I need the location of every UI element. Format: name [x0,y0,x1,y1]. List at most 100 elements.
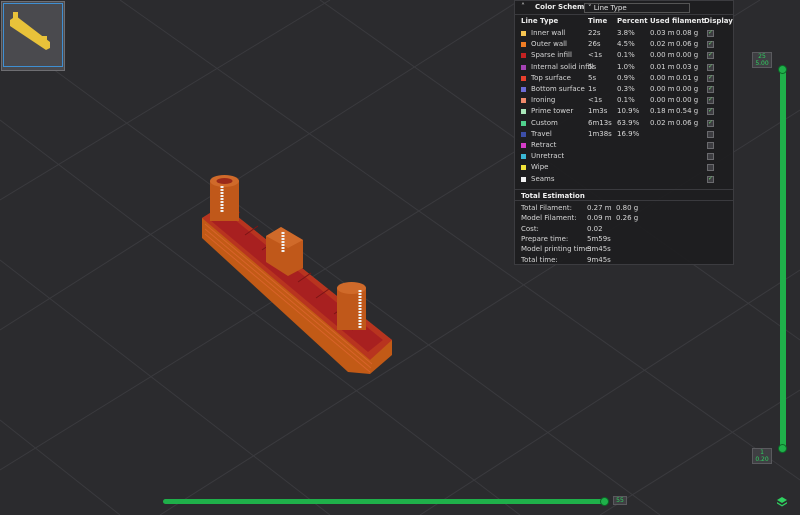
legend-row: Bottom surface 1s 0.3% 0.00 m 0.00 g [515,84,733,95]
line-type-percent: 16.9% [617,129,640,138]
line-type-name: Travel [531,129,552,138]
legend-row: Top surface 5s 0.9% 0.00 m 0.01 g [515,73,733,84]
line-type-length: 0.00 m [650,85,675,93]
legend-row: Retract [515,140,733,151]
color-swatch [521,42,526,48]
line-type-percent: 0.1% [617,96,635,105]
line-type-weight: 0.03 g [676,62,699,71]
line-type-time: 6m13s [588,118,612,127]
display-checkbox[interactable] [707,175,714,183]
display-checkbox[interactable] [707,130,714,138]
display-checkbox[interactable] [707,142,714,149]
legend-row: Seams [515,174,733,185]
estimation-label: Cost: [521,224,539,233]
line-type-name: Top surface [531,73,571,82]
color-swatch [521,87,526,92]
color-swatch [521,98,526,104]
legend-panel: ˄ Color Scheme ˅ Line Type Line Type Tim… [514,0,734,265]
line-type-percent: 10.9% [617,107,640,116]
chevron-up-icon[interactable]: ˄ [521,2,525,11]
line-type-time: 26s [588,40,601,49]
color-swatch [521,120,526,126]
color-swatch [521,31,526,36]
display-checkbox[interactable] [707,29,714,37]
layer-slider-top-handle[interactable] [778,65,787,74]
legend-row: Internal solid infill 5s 1.0% 0.01 m 0.03 g [515,62,733,73]
sliced-model [202,175,392,374]
layers-icon[interactable] [776,496,788,508]
display-checkbox[interactable] [707,74,714,82]
line-type-percent: 0.9% [617,73,635,82]
line-type-name: Ironing [531,96,556,105]
color-scheme-dropdown[interactable]: ˅ Line Type [584,3,690,13]
line-type-name: Inner wall [531,29,566,37]
layer-range-slider[interactable] [780,68,786,450]
move-slider[interactable] [163,499,608,504]
line-type-name: Unretract [531,152,565,161]
line-type-weight: 0.00 g [676,96,699,105]
display-checkbox[interactable] [707,164,714,172]
move-slider-handle[interactable] [600,497,609,506]
estimation-value: 0.27 m [587,204,612,212]
color-swatch [521,75,526,81]
line-type-name: Outer wall [531,40,568,49]
line-type-weight: 0.00 g [676,85,699,93]
legend-row: Custom 6m13s 63.9% 0.02 m 0.06 g [515,118,733,129]
line-type-length: 0.00 m [650,96,675,105]
color-swatch [521,64,526,70]
display-checkbox[interactable] [707,153,714,161]
line-type-length: 0.00 m [650,51,675,60]
line-type-name: Retract [531,141,557,149]
legend-row: Outer wall 26s 4.5% 0.02 m 0.06 g [515,39,733,50]
plate-thumbnail[interactable] [1,1,65,71]
color-scheme-selected: Line Type [593,4,627,12]
column-header-time: Time [588,17,608,25]
line-type-time: 5s [588,73,597,82]
display-checkbox[interactable] [707,96,714,105]
estimation-label: Total Filament: [521,204,572,212]
line-type-length: 0.03 m [650,29,675,37]
display-checkbox[interactable] [707,40,714,49]
color-swatch [521,176,526,182]
estimation-extra: 0.80 g [616,204,639,212]
top-layer-number: 25 [758,53,766,60]
estimation-value: 5m59s [587,234,611,243]
display-checkbox[interactable] [707,51,714,60]
line-type-weight: 0.54 g [676,107,699,116]
color-swatch [521,109,526,115]
line-type-weight: 0.08 g [676,29,699,37]
color-swatch [521,154,526,160]
display-checkbox[interactable] [707,107,714,116]
line-type-name: Bottom surface [531,85,585,93]
estimation-extra: 0.26 g [616,214,639,223]
legend-row: Prime tower 1m3s 10.9% 0.18 m 0.54 g [515,106,733,117]
line-type-weight: 0.06 g [676,118,699,127]
column-header-line-type: Line Type [521,17,559,25]
legend-row: Unretract [515,151,733,162]
line-type-length: 0.01 m [650,62,675,71]
legend-row: Travel 1m38s 16.9% [515,129,733,140]
line-type-length: 0.02 m [650,40,675,49]
line-type-percent: 3.8% [617,29,635,37]
estimation-label: Total time: [521,255,558,264]
line-type-weight: 0.06 g [676,40,699,49]
line-type-time: <1s [588,96,602,105]
line-type-name: Prime tower [531,107,574,116]
chevron-down-icon: ˅ [588,4,592,12]
estimation-label: Model printing time: [521,245,592,254]
line-type-time: 1s [588,85,597,93]
legend-row: Ironing <1s 0.1% 0.00 m 0.00 g [515,95,733,106]
line-type-percent: 0.3% [617,85,635,93]
legend-row: Inner wall 22s 3.8% 0.03 m 0.08 g [515,28,733,39]
layer-slider-bottom-handle[interactable] [778,444,787,453]
display-checkbox[interactable] [707,85,714,93]
divider [515,200,733,201]
legend-row: Sparse infill <1s 0.1% 0.00 m 0.00 g [515,50,733,61]
column-header-display: Display [704,17,733,25]
estimation-value: 9m45s [587,255,611,264]
estimation-value: 3m45s [587,245,611,254]
line-type-length: 0.02 m [650,118,675,127]
display-checkbox[interactable] [707,63,714,71]
display-checkbox[interactable] [707,119,714,127]
estimation-label: Model Filament: [521,214,577,223]
